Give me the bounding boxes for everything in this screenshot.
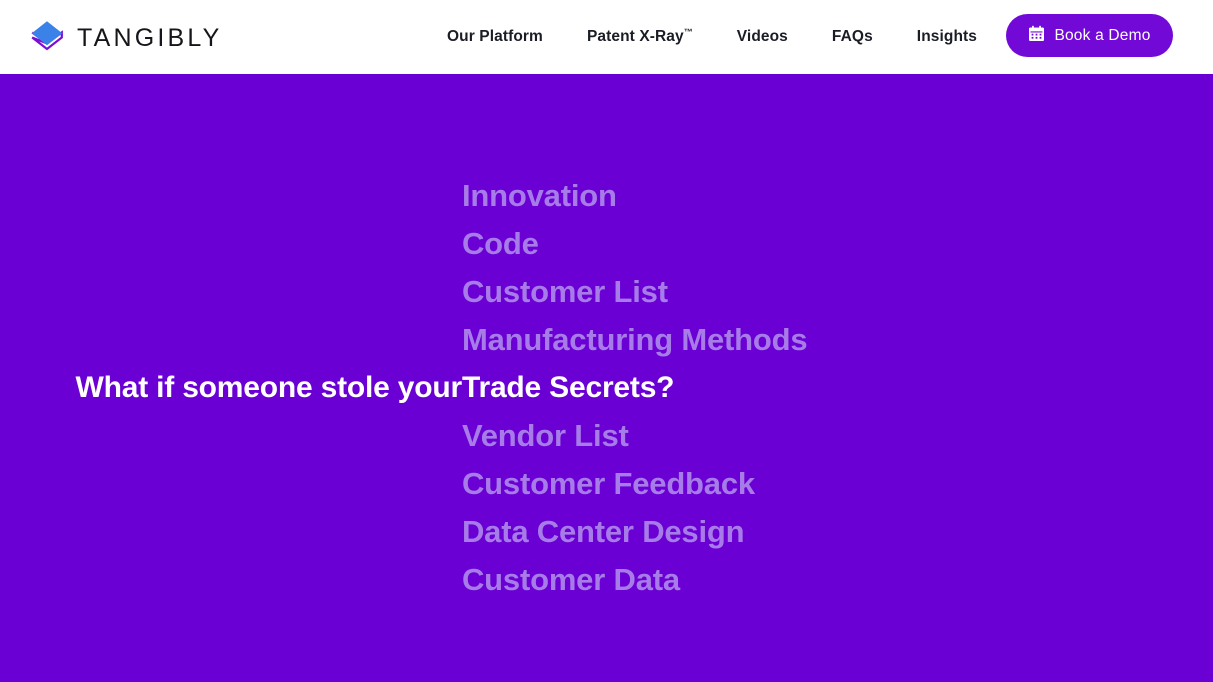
rotator-term-code: Code [462,226,539,261]
rotator-term-customer-list: Customer List [462,274,668,309]
rotator-term-innovation: Innovation [462,178,617,213]
nav-item-our-platform[interactable]: Our Platform [447,28,565,46]
nav-item-insights[interactable]: Insights [895,28,999,46]
diamond-chevron-logo-icon [28,18,66,58]
nav-link-videos[interactable]: Videos [737,28,788,45]
nav-link-our-platform[interactable]: Our Platform [447,28,543,45]
trade-secret-term-rotator: Innovation Code Customer List Manufactur… [0,172,1213,604]
rotator-row: Vendor List [0,412,1213,460]
main-navigation: Our Platform Patent X-Ray™ Videos FAQs I… [447,0,999,74]
rotator-term-vendor-list: Vendor List [462,418,629,453]
rotator-term-customer-feedback: Customer Feedback [462,466,755,501]
nav-link-faqs[interactable]: FAQs [832,28,873,45]
trademark-symbol: ™ [683,26,693,37]
calendar-icon [1028,25,1045,47]
nav-label-our-platform: Our Platform [447,28,543,45]
rotator-row: Customer Feedback [0,460,1213,508]
rotator-row: Innovation [0,172,1213,220]
nav-link-insights[interactable]: Insights [917,28,977,45]
rotator-term-data-center-design: Data Center Design [462,514,745,549]
rotator-term-manufacturing-methods: Manufacturing Methods [462,322,808,357]
rotator-row: Data Center Design [0,508,1213,556]
rotator-row: Code [0,220,1213,268]
nav-item-faqs[interactable]: FAQs [810,28,895,46]
nav-item-patent-xray[interactable]: Patent X-Ray™ [565,26,715,46]
headline-prefix-wrap: What if someone stole your [0,364,462,412]
nav-label-patent-xray: Patent X-Ray [586,28,684,46]
page-root: TANGIBLY Our Platform Patent X-Ray™ Vide… [0,0,1213,682]
nav-label-videos: Videos [736,28,788,45]
site-header: TANGIBLY Our Platform Patent X-Ray™ Vide… [0,0,1213,74]
rotator-term-customer-data: Customer Data [462,562,680,597]
headline-prefix: What if someone stole your [75,371,462,404]
rotator-row: Customer List [0,268,1213,316]
hero-headline: What if someone stole your Trade Secrets… [0,364,1213,412]
nav-item-videos[interactable]: Videos [715,28,810,46]
brand-wordmark: TANGIBLY [77,23,223,52]
hero-section: Innovation Code Customer List Manufactur… [0,74,1213,682]
nav-link-patent-xray[interactable]: Patent X-Ray™ [586,26,693,46]
nav-label-faqs: FAQs [831,28,873,45]
brand-logo-link[interactable]: TANGIBLY [28,18,223,58]
rotator-row: Manufacturing Methods [0,316,1213,364]
book-a-demo-label: Book a Demo [1054,26,1151,44]
rotator-term-trade-secrets: Trade Secrets? [462,371,675,404]
nav-label-insights: Insights [916,28,978,45]
rotator-row: Customer Data [0,556,1213,604]
book-a-demo-button[interactable]: Book a Demo [1006,14,1173,57]
